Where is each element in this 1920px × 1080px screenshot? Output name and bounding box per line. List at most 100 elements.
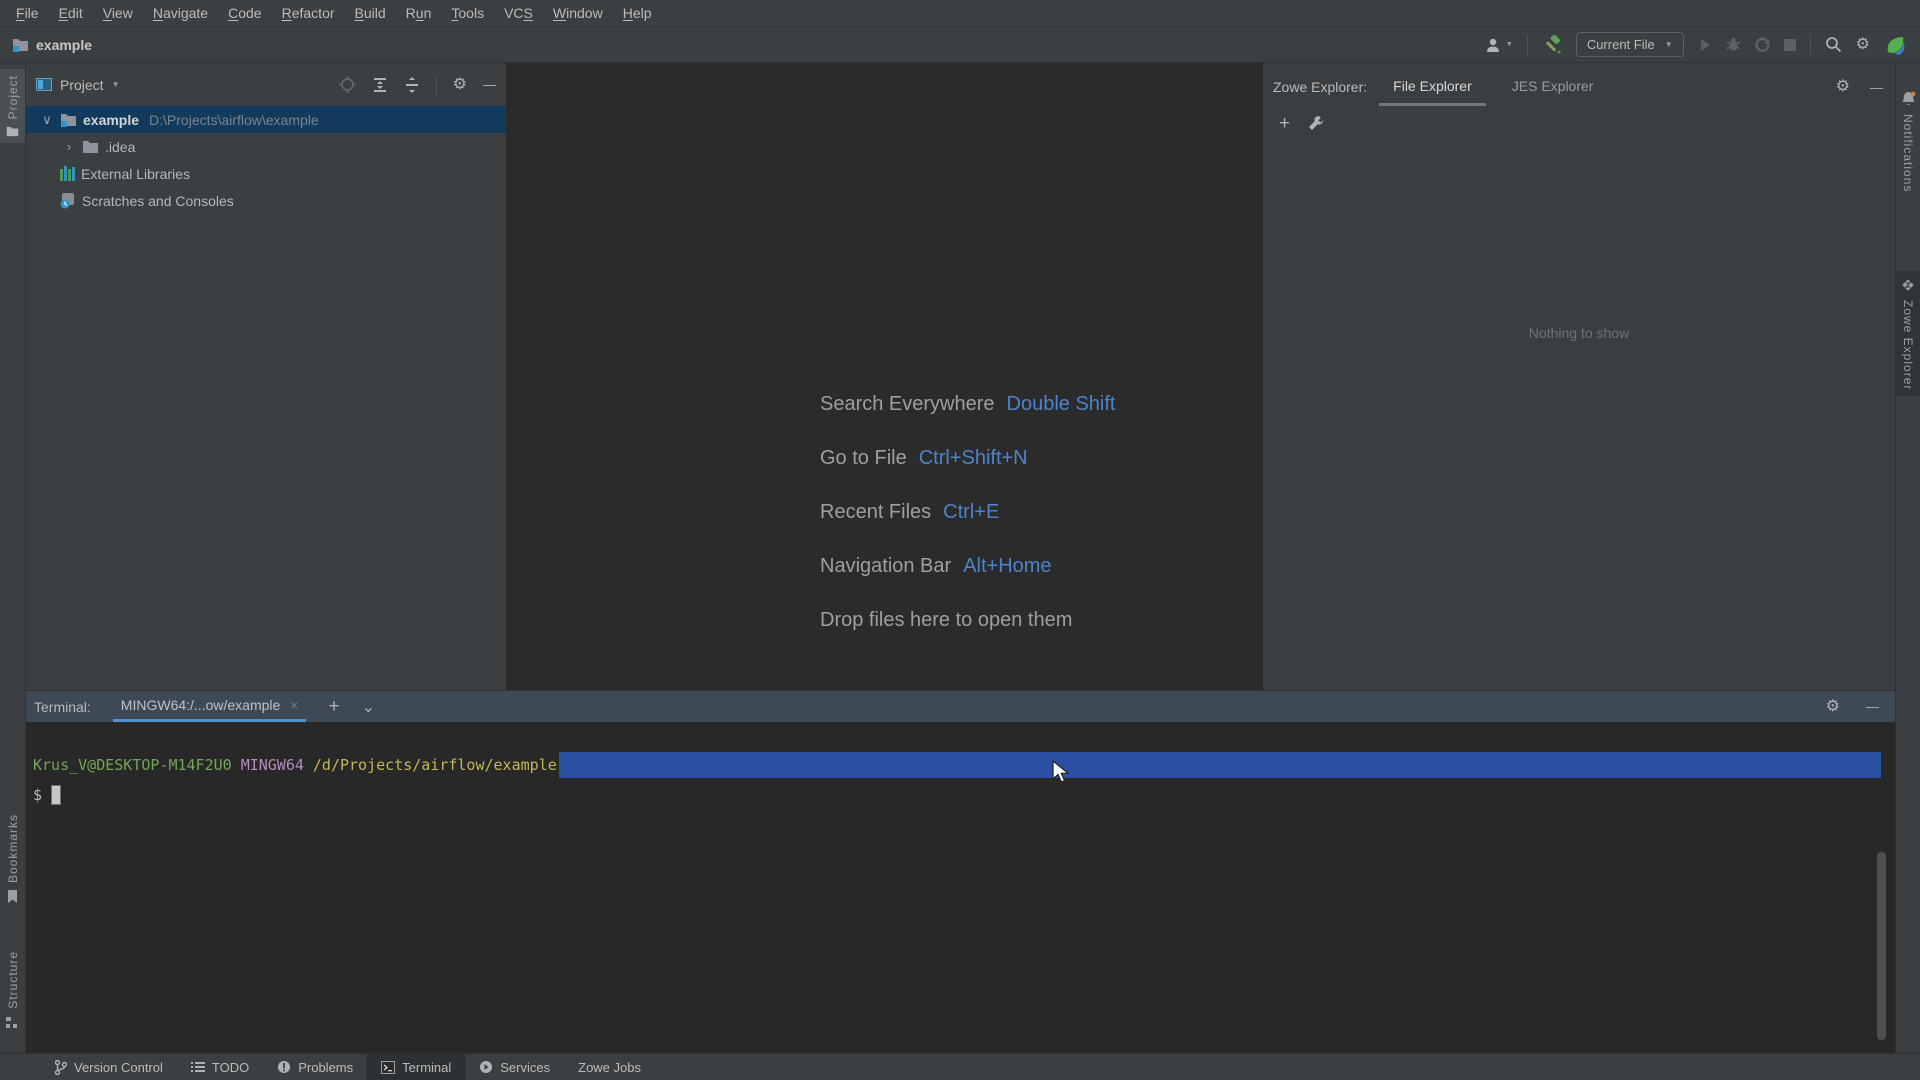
terminal-panel-title: Terminal: (34, 698, 91, 715)
prompt-path: /d/Projects/airflow/example (312, 756, 557, 774)
toolwindow-services[interactable]: Services (465, 1054, 564, 1080)
toolwindow-label: Zowe Jobs (578, 1059, 641, 1075)
shortcut-label: Go to File (820, 447, 907, 469)
terminal-tabs-chevron-icon[interactable]: ⌄ (362, 697, 375, 717)
menu-vcs[interactable]: VCS (494, 5, 543, 21)
tab-file-explorer[interactable]: File Explorer (1379, 78, 1486, 106)
terminal-scrollbar[interactable] (1877, 852, 1886, 1040)
toolwindow-todo[interactable]: TODO (177, 1054, 263, 1080)
project-pane-icon (36, 78, 52, 91)
zowe-diamond-icon (1902, 279, 1914, 291)
run-config-arrow: ▼ (1664, 40, 1673, 49)
tree-row-external-libraries[interactable]: External Libraries (26, 160, 506, 187)
zowe-toolbar: + (1263, 106, 1895, 140)
zowe-panel-title: Zowe Explorer: (1273, 79, 1368, 95)
menu-navigate[interactable]: Navigate (143, 5, 218, 21)
collapse-all-icon[interactable] (404, 76, 420, 93)
tab-jes-explorer[interactable]: JES Explorer (1498, 78, 1608, 106)
shortcut-row: Recent Files Ctrl+E (820, 501, 1116, 555)
toolwindow-version-control[interactable]: Version Control (40, 1054, 177, 1080)
stripe-item-notifications[interactable]: Notifications (1896, 85, 1920, 198)
stripe-zowe-label: Zowe Explorer (1901, 300, 1915, 391)
menu-window[interactable]: Window (543, 5, 613, 21)
project-root-folder-icon (61, 114, 76, 127)
shortcut-row: Go to File Ctrl+Shift+N (820, 447, 1116, 501)
tree-row-idea[interactable]: › .idea (26, 133, 506, 160)
project-settings-gear-icon[interactable]: ⚙ (453, 76, 467, 93)
folder-icon (6, 127, 19, 137)
menu-help[interactable]: Help (613, 5, 662, 21)
run-button[interactable] (1698, 38, 1712, 52)
terminal-hide-icon[interactable]: — (1866, 700, 1879, 713)
stripe-item-bookmarks[interactable]: Bookmarks (0, 808, 25, 909)
panel-divider (435, 74, 437, 95)
debug-button[interactable] (1726, 37, 1741, 52)
menu-edit[interactable]: Edit (49, 5, 93, 21)
hide-panel-icon[interactable]: — (483, 78, 496, 91)
prompt-symbol: $ (33, 786, 43, 804)
search-everywhere-button[interactable] (1825, 36, 1842, 53)
add-profile-plus-icon[interactable]: + (1279, 114, 1290, 133)
chevron-right-icon[interactable]: › (62, 139, 76, 154)
build-hammer-icon (1546, 34, 1561, 54)
settings-gear-icon[interactable]: ⚙ (1856, 36, 1870, 53)
new-terminal-plus-icon[interactable]: + (328, 696, 339, 718)
zowe-hide-panel-icon[interactable]: — (1870, 81, 1883, 94)
menu-refactor[interactable]: Refactor (272, 5, 345, 21)
menu-build[interactable]: Build (345, 5, 396, 21)
problems-icon (278, 1061, 291, 1073)
libraries-icon (60, 166, 75, 181)
debug-bug-icon (1726, 38, 1741, 51)
toolwindow-zowe-jobs[interactable]: Zowe Jobs (564, 1054, 655, 1080)
shortcut-keys: Alt+Home (963, 555, 1052, 577)
coverage-icon (1754, 37, 1770, 52)
toolbar-divider (1526, 34, 1528, 55)
user-menu-button[interactable]: ▼ (1484, 37, 1513, 53)
menu-code[interactable]: Code (218, 5, 271, 21)
zowe-settings-gear-icon[interactable]: ⚙ (1836, 79, 1850, 95)
prompt-environment: MINGW64 (240, 756, 304, 774)
menu-view[interactable]: View (93, 5, 143, 21)
terminal-tab[interactable]: MINGW64:/...ow/example × (112, 691, 307, 722)
editor-shortcut-hints: Search Everywhere Double Shift Go to Fil… (820, 393, 1116, 663)
wrench-icon[interactable] (1308, 115, 1324, 131)
coverage-button[interactable] (1754, 37, 1770, 52)
terminal-console[interactable]: Krus_V@DESKTOP-M14F2U0 MINGW64 /d/Projec… (26, 722, 1895, 1053)
stripe-item-zowe-explorer[interactable]: Zowe Explorer (1896, 271, 1920, 397)
menu-file[interactable]: File (6, 5, 49, 21)
close-icon[interactable]: × (290, 697, 298, 713)
tree-row-example[interactable]: ∨ example D:\Projects\airflow\example (26, 106, 506, 133)
project-view-arrow: ▼ (111, 80, 120, 89)
stripe-notifications-label: Notifications (1901, 114, 1915, 193)
mouse-cursor (1052, 760, 1070, 783)
menu-run[interactable]: Run (396, 5, 442, 21)
stripe-item-structure[interactable]: Structure (0, 945, 25, 1035)
toolwindow-problems[interactable]: Problems (263, 1054, 367, 1080)
project-view-selector[interactable]: Project ▼ (36, 77, 120, 93)
terminal-settings-gear-icon[interactable]: ⚙ (1826, 698, 1840, 715)
ide-plugin-button[interactable] (1884, 34, 1906, 56)
terminal-header-actions: ⚙ — (1826, 698, 1895, 715)
terminal-icon (381, 1060, 396, 1074)
build-button[interactable] (1542, 34, 1562, 55)
terminal-panel-header: Terminal: MINGW64:/...ow/example × + ⌄ ⚙… (26, 690, 1895, 722)
tree-item-name: example (83, 111, 140, 128)
tree-row-scratches[interactable]: Scratches and Consoles (26, 187, 506, 214)
run-play-icon (1700, 38, 1710, 51)
toolbar-right: ▼ Current File ▼ ⚙ (1484, 32, 1920, 57)
terminal-input-line[interactable]: $ (33, 782, 1895, 808)
toolwindow-label: TODO (211, 1059, 250, 1075)
toolwindow-terminal[interactable]: Terminal (367, 1054, 466, 1080)
chevron-down-icon[interactable]: ∨ (40, 112, 54, 128)
expand-all-icon[interactable] (372, 77, 388, 93)
locate-icon[interactable] (338, 76, 356, 93)
shortcut-label: Navigation Bar (820, 555, 952, 577)
run-config-select[interactable]: Current File ▼ (1575, 32, 1684, 57)
stop-button[interactable] (1783, 38, 1796, 51)
project-tree: ∨ example D:\Projects\airflow\example › … (26, 106, 506, 214)
project-chip[interactable]: example (12, 37, 92, 53)
ide-plugin-leaf-icon (1887, 36, 1905, 55)
menu-bar: File Edit View Navigate Code Refactor Build Run… (0, 0, 1920, 27)
menu-tools[interactable]: Tools (441, 5, 494, 21)
stripe-item-project[interactable]: Project (0, 69, 25, 144)
